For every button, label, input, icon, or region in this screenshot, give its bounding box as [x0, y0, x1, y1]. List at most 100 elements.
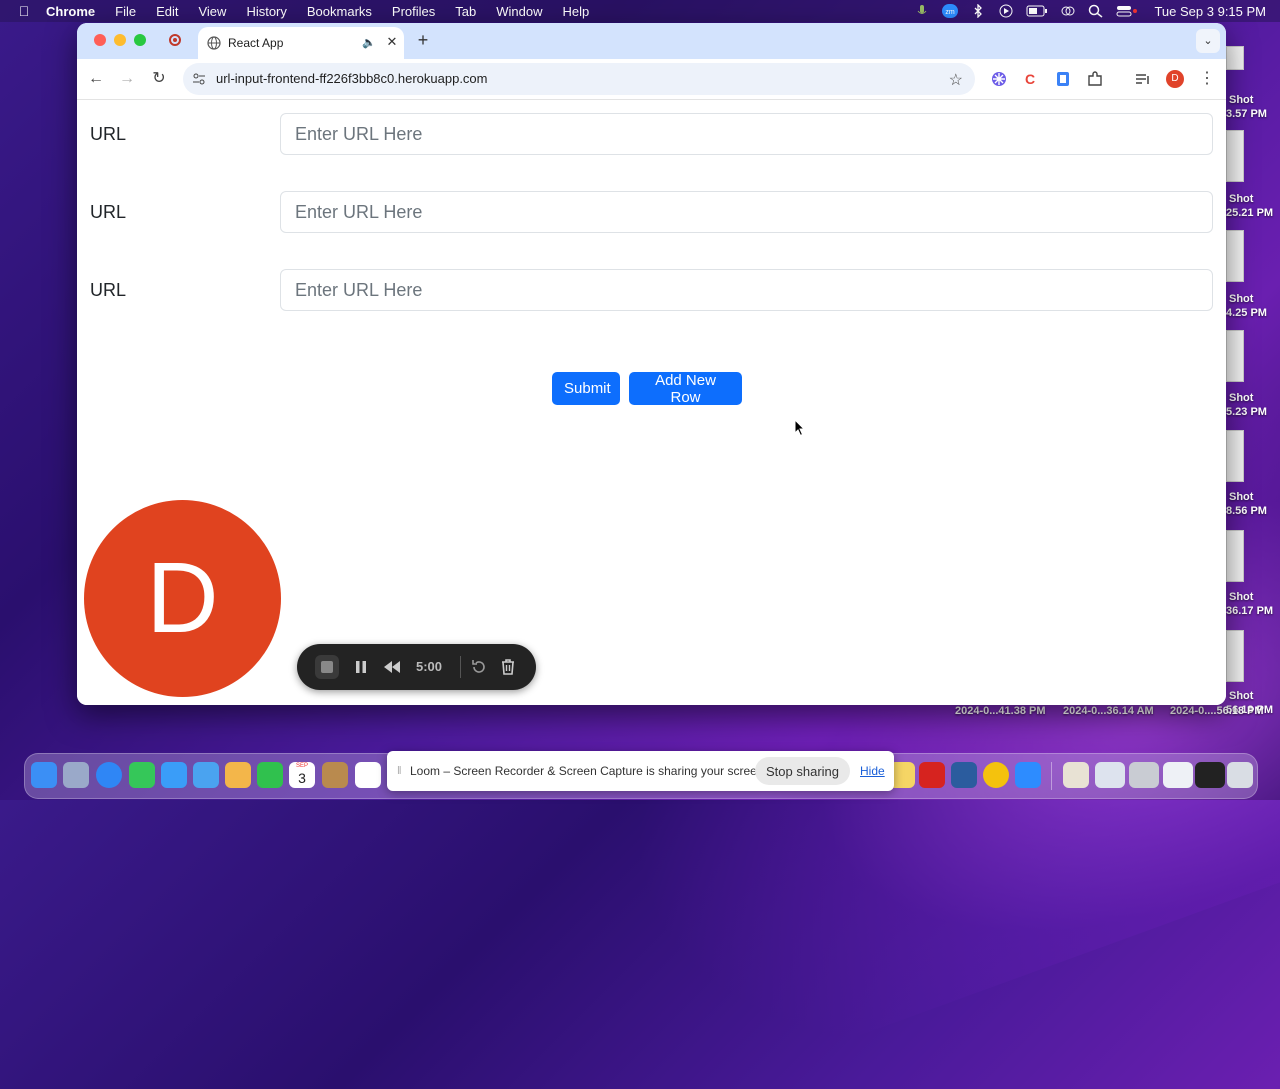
tab-react-app[interactable]: React App 🔈 ✕ — [198, 27, 404, 59]
calendar-month: SEP — [295, 763, 308, 769]
zoom-icon[interactable]: zm — [942, 4, 959, 18]
reload-icon[interactable]: ↻ — [149, 69, 169, 89]
mic-icon[interactable] — [914, 4, 930, 18]
controls-divider — [460, 656, 461, 678]
menu-help[interactable]: Help — [563, 4, 590, 19]
url-label: URL — [90, 280, 127, 300]
desktop-file-icon[interactable] — [1226, 330, 1244, 382]
play-icon[interactable] — [998, 4, 1014, 18]
url-label: URL — [90, 124, 127, 144]
url-row: URL — [77, 269, 1226, 313]
tab-close-icon[interactable]: ✕ — [384, 34, 400, 50]
address-bar[interactable]: url-input-frontend-ff226f3bb8c0.herokuap… — [183, 63, 975, 95]
tab-strip: React App 🔈 ✕ + ⌄ — [77, 23, 1226, 59]
menu-file[interactable]: File — [115, 4, 136, 19]
recent-window-icon[interactable] — [1163, 762, 1193, 788]
bluetooth-icon[interactable] — [970, 4, 986, 18]
menu-view[interactable]: View — [198, 4, 226, 19]
menu-profiles[interactable]: Profiles — [392, 4, 435, 19]
extension-asterisk-icon[interactable] — [990, 70, 1008, 88]
menu-tab[interactable]: Tab — [455, 4, 476, 19]
chrome-icon[interactable] — [983, 762, 1009, 788]
dock-separator — [1051, 762, 1052, 790]
tab-title: React App — [228, 36, 284, 50]
control-center-icon[interactable] — [1116, 4, 1138, 18]
url-input[interactable] — [280, 113, 1213, 155]
trash-icon[interactable] — [498, 657, 518, 677]
maps-icon[interactable] — [193, 762, 219, 788]
finder-icon[interactable] — [31, 762, 57, 788]
desktop-file-icon[interactable] — [1226, 46, 1244, 70]
menu-clock[interactable]: Tue Sep 3 9:15 PM — [1154, 4, 1266, 19]
desktop-file-icon[interactable] — [1226, 230, 1244, 282]
search-icon[interactable] — [1088, 4, 1104, 18]
facetime-icon[interactable] — [257, 762, 283, 788]
safari-icon[interactable] — [96, 762, 122, 788]
mail-icon[interactable] — [161, 762, 187, 788]
macos-menu-bar:  Chrome File Edit View History Bookmark… — [0, 0, 1280, 22]
restart-icon[interactable] — [469, 657, 489, 677]
recent-window-icon[interactable] — [1095, 762, 1125, 788]
calendar-day: 3 — [298, 770, 306, 786]
calendar-icon[interactable]: SEP 3 — [289, 762, 315, 788]
forward-arrow-icon[interactable]: → — [117, 69, 137, 89]
downloads-stack-icon[interactable] — [1063, 762, 1089, 788]
extensions-puzzle-icon[interactable] — [1086, 70, 1104, 88]
zoom-app-icon[interactable] — [1015, 762, 1041, 788]
more-options-icon[interactable]: ⋮ — [1199, 69, 1215, 89]
bookmark-star-icon[interactable]: ☆ — [949, 70, 963, 90]
extension-doc-icon[interactable] — [1054, 70, 1072, 88]
window-minimize-button[interactable] — [114, 34, 126, 46]
speaker-icon[interactable]: 🔈 — [362, 36, 376, 50]
desktop-file-icon[interactable] — [1226, 530, 1244, 582]
photos-icon[interactable] — [225, 762, 251, 788]
trash-bin-icon[interactable] — [1227, 762, 1253, 788]
chevron-down-icon[interactable]: ⌄ — [1196, 29, 1220, 53]
desktop-file-icon[interactable] — [1226, 630, 1244, 682]
screen-mirror-icon[interactable] — [1060, 4, 1076, 18]
menu-window[interactable]: Window — [496, 4, 542, 19]
extension-c-icon[interactable]: C — [1022, 70, 1040, 88]
media-controls-icon[interactable] — [1134, 70, 1152, 88]
battery-icon[interactable] — [1026, 4, 1048, 18]
stop-sharing-button[interactable]: Stop sharing — [755, 757, 850, 785]
desktop-file-icon[interactable] — [1226, 430, 1244, 482]
url-input[interactable] — [280, 191, 1213, 233]
menu-history[interactable]: History — [246, 4, 286, 19]
desktop-file-label: Shot — [1229, 392, 1254, 404]
contacts-icon[interactable] — [322, 762, 348, 788]
xcode-icon[interactable] — [951, 762, 977, 788]
new-tab-button[interactable]: + — [414, 31, 432, 49]
address-url[interactable]: url-input-frontend-ff226f3bb8c0.herokuap… — [216, 71, 488, 86]
loom-camera-bubble[interactable]: D — [84, 500, 281, 697]
acrobat-icon[interactable] — [919, 762, 945, 788]
messages-icon[interactable] — [129, 762, 155, 788]
recent-window-icon[interactable] — [1195, 762, 1225, 788]
recording-timer: 5:00 — [416, 659, 443, 674]
svg-text:C: C — [1025, 71, 1035, 87]
apple-menu-icon[interactable]:  — [16, 3, 32, 19]
submit-button[interactable]: Submit — [552, 372, 620, 405]
menu-edit[interactable]: Edit — [156, 4, 178, 19]
url-row: URL — [77, 191, 1226, 235]
window-close-button[interactable] — [94, 34, 106, 46]
menu-app-name[interactable]: Chrome — [46, 4, 95, 19]
window-zoom-button[interactable] — [134, 34, 146, 46]
back-arrow-icon[interactable]: ← — [86, 69, 106, 89]
launchpad-icon[interactable] — [63, 762, 89, 788]
url-input[interactable] — [280, 269, 1213, 311]
add-new-row-button[interactable]: Add New Row — [629, 372, 742, 406]
desktop-file-label: 2024-0....56.18 PM — [1170, 705, 1264, 717]
pause-icon[interactable] — [351, 657, 371, 677]
profile-avatar[interactable]: D — [1166, 70, 1184, 88]
hide-banner-link[interactable]: Hide — [860, 764, 885, 778]
recent-window-icon[interactable] — [1129, 762, 1159, 788]
reminders-icon[interactable] — [355, 762, 381, 788]
site-info-icon[interactable] — [192, 72, 206, 86]
stop-recording-button[interactable] — [315, 655, 339, 679]
drag-handle-icon[interactable]: ‖ — [397, 765, 402, 777]
rewind-icon[interactable] — [382, 657, 402, 677]
desktop-file-icon[interactable] — [1226, 130, 1244, 182]
loom-sharing-banner: ‖ Loom – Screen Recorder & Screen Captur… — [387, 751, 894, 791]
menu-bookmarks[interactable]: Bookmarks — [307, 4, 372, 19]
